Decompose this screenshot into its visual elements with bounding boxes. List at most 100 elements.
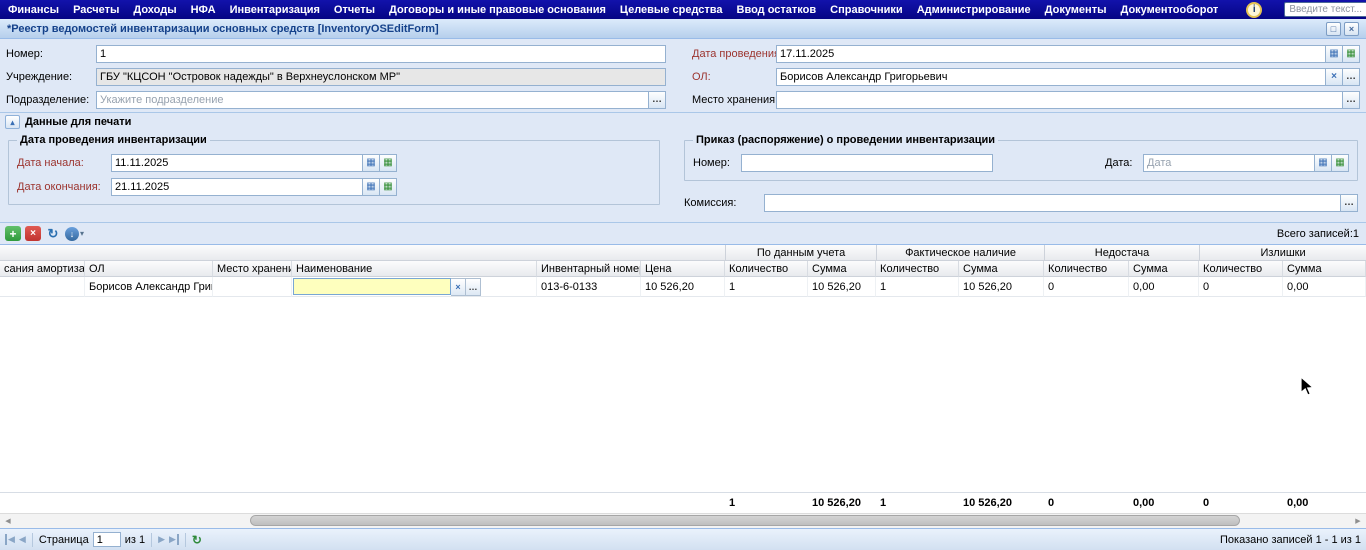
- order-date-input[interactable]: [1143, 153, 1315, 172]
- col-inv-number[interactable]: Инвентарный номер: [537, 261, 641, 277]
- order-fieldset: Приказ (распоряжение) о проведении инвен…: [684, 134, 1358, 181]
- calendar-today-icon[interactable]: ▦: [1343, 44, 1360, 63]
- col-storage[interactable]: Место хранения: [213, 261, 292, 277]
- cell-amortization[interactable]: [0, 277, 85, 297]
- menu-item-raschety[interactable]: Расчеты: [73, 4, 119, 16]
- window-restore-icon[interactable]: □: [1326, 21, 1341, 36]
- export-button[interactable]: ↓ ▾: [65, 226, 85, 241]
- editor-lookup-icon[interactable]: …: [466, 277, 481, 296]
- search-input[interactable]: [1284, 2, 1366, 17]
- page-prev-icon[interactable]: ◀: [19, 534, 26, 545]
- cell-ol[interactable]: Борисов Александр Григо...: [85, 277, 213, 297]
- menu-item-dokumentooborot[interactable]: Документооборот: [1120, 4, 1218, 16]
- menu-item-celevye-sredstva[interactable]: Целевые средства: [620, 4, 723, 16]
- start-calendar-today-icon[interactable]: ▦: [380, 153, 397, 172]
- menu-item-dokumenty[interactable]: Документы: [1045, 4, 1107, 16]
- editor-clear-icon[interactable]: ×: [451, 277, 466, 296]
- order-number-input[interactable]: [741, 153, 993, 172]
- page-last-icon[interactable]: ▶: [169, 534, 179, 545]
- menu-item-otchety[interactable]: Отчеты: [334, 4, 375, 16]
- col-fact-qty[interactable]: Количество: [876, 261, 960, 277]
- col-name[interactable]: Наименование: [292, 261, 537, 277]
- col-acc-qty[interactable]: Количество: [725, 261, 809, 277]
- cell-acc-qty[interactable]: 1: [725, 277, 809, 297]
- ol-input[interactable]: [776, 67, 1326, 86]
- clear-icon[interactable]: ×: [1326, 67, 1343, 86]
- col-amortization[interactable]: сания амортизации: [0, 261, 85, 277]
- department-lookup-icon[interactable]: …: [649, 90, 666, 109]
- order-calendar-today-icon[interactable]: ▦: [1332, 153, 1349, 172]
- page-number-input[interactable]: [92, 532, 121, 547]
- print-data-header[interactable]: ▴ Данные для печати: [0, 113, 1366, 131]
- delete-row-button[interactable]: ×: [25, 226, 41, 241]
- refresh-icon[interactable]: ↻: [45, 226, 61, 241]
- lookup-icon[interactable]: …: [1343, 67, 1360, 86]
- number-input[interactable]: [96, 44, 666, 63]
- add-row-button[interactable]: +: [5, 226, 21, 241]
- scroll-left-icon[interactable]: ◀: [0, 514, 16, 528]
- col-surplus-sum[interactable]: Сумма: [1283, 261, 1366, 277]
- scrollbar-track[interactable]: [16, 514, 1350, 528]
- end-date-input[interactable]: [111, 177, 363, 196]
- window-close-icon[interactable]: ×: [1344, 21, 1359, 36]
- scroll-right-icon[interactable]: ▶: [1350, 514, 1366, 528]
- sum-acc-sum: 10 526,20: [808, 492, 876, 513]
- cell-acc-sum[interactable]: 10 526,20: [808, 277, 877, 297]
- cell-fact-qty[interactable]: 1: [876, 277, 960, 297]
- info-icon[interactable]: i: [1246, 1, 1263, 18]
- menu-item-finansy[interactable]: Финансы: [8, 4, 59, 16]
- pager-separator: [31, 532, 33, 547]
- menu-item-administrirovanie[interactable]: Администрирование: [917, 4, 1031, 16]
- cell-name[interactable]: × …: [292, 277, 537, 297]
- scrollbar-thumb[interactable]: [250, 515, 1240, 526]
- commission-input[interactable]: [764, 193, 1341, 212]
- records-shown-status: Показано записей 1 - 1 из 1: [1220, 533, 1361, 546]
- page-first-icon[interactable]: ◀: [5, 534, 15, 545]
- col-surplus-qty[interactable]: Количество: [1199, 261, 1284, 277]
- cell-short-qty[interactable]: 0: [1044, 277, 1130, 297]
- commission-lookup-icon[interactable]: …: [1341, 193, 1358, 212]
- menu-item-dogovory[interactable]: Договоры и иные правовые основания: [389, 4, 606, 16]
- cell-storage[interactable]: [213, 277, 292, 297]
- storage-lookup-icon[interactable]: …: [1343, 90, 1360, 109]
- cell-surplus-sum[interactable]: 0,00: [1283, 277, 1366, 297]
- top-menubar: Финансы Расчеты Доходы НФА Инвентаризаци…: [0, 0, 1366, 19]
- group-header-empty: [0, 245, 726, 261]
- order-date-label: Дата:: [1105, 156, 1133, 169]
- table-row[interactable]: Борисов Александр Григо... × … 013-6-013…: [0, 277, 1366, 297]
- cell-inv-number[interactable]: 013-6-0133: [537, 277, 641, 297]
- end-calendar-icon[interactable]: ▦: [363, 177, 380, 196]
- sum-short-sum: 0,00: [1129, 492, 1199, 513]
- col-short-sum[interactable]: Сумма: [1129, 261, 1200, 277]
- col-fact-sum[interactable]: Сумма: [959, 261, 1045, 277]
- menu-item-inventarizaciya[interactable]: Инвентаризация: [230, 4, 320, 16]
- pager-refresh-icon[interactable]: ↻: [192, 533, 202, 547]
- cell-short-sum[interactable]: 0,00: [1129, 277, 1200, 297]
- menu-item-nfa[interactable]: НФА: [191, 4, 216, 16]
- storage-label: Место хранения:: [692, 93, 779, 106]
- calendar-icon[interactable]: ▦: [1326, 44, 1343, 63]
- end-calendar-today-icon[interactable]: ▦: [380, 177, 397, 196]
- chevron-down-icon: ▾: [80, 229, 85, 238]
- page-next-icon[interactable]: ▶: [158, 534, 165, 545]
- start-date-input[interactable]: [111, 153, 363, 172]
- menu-item-vvod-ostatkov[interactable]: Ввод остатков: [737, 4, 817, 16]
- col-short-qty[interactable]: Количество: [1044, 261, 1130, 277]
- cell-price[interactable]: 10 526,20: [641, 277, 726, 297]
- cell-fact-sum[interactable]: 10 526,20: [959, 277, 1045, 297]
- storage-input[interactable]: [776, 90, 1343, 109]
- number-label: Номер:: [6, 47, 43, 60]
- col-price[interactable]: Цена: [641, 261, 726, 277]
- menu-item-dokhody[interactable]: Доходы: [133, 4, 176, 16]
- date-input[interactable]: [776, 44, 1326, 63]
- summary-row: 1 10 526,20 1 10 526,20 0 0,00 0 0,00: [0, 492, 1366, 513]
- cell-surplus-qty[interactable]: 0: [1199, 277, 1284, 297]
- name-editor-input[interactable]: [293, 278, 451, 295]
- collapse-icon[interactable]: ▴: [5, 115, 20, 129]
- menu-item-spravochniki[interactable]: Справочники: [830, 4, 903, 16]
- start-calendar-icon[interactable]: ▦: [363, 153, 380, 172]
- order-calendar-icon[interactable]: ▦: [1315, 153, 1332, 172]
- col-acc-sum[interactable]: Сумма: [808, 261, 877, 277]
- col-ol[interactable]: ОЛ: [85, 261, 213, 277]
- department-input[interactable]: [96, 90, 649, 109]
